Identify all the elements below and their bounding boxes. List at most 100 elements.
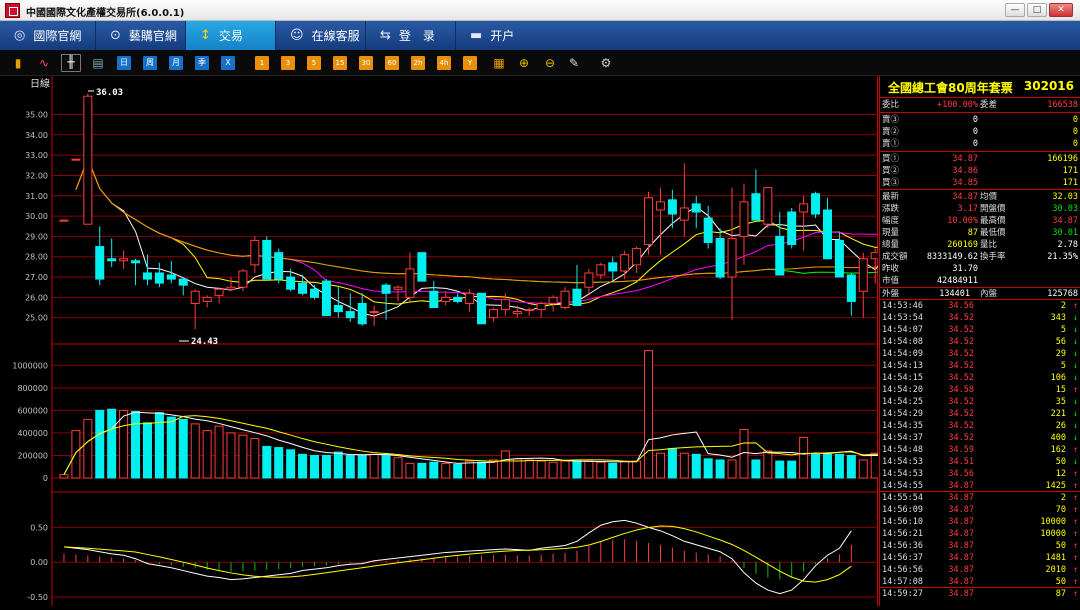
tick-row: 14:54:07 34.52 5 ↓ <box>880 324 1080 336</box>
tick-volume: 50 <box>1055 457 1066 467</box>
tick-volume: 221 <box>1050 409 1066 419</box>
main-nav: ◎ 國際官網 ⊙ 藝購官網 ↕ 交易 ☺ 在線客服 ⇆ 登 录 ▬ 开户 <box>0 21 1080 50</box>
interval-60-button[interactable]: 60 <box>385 56 399 70</box>
value: 166538 <box>1047 100 1078 110</box>
price-tick-label: 35.00 <box>25 110 48 119</box>
tick-volume: 343 <box>1050 313 1066 323</box>
candle-body <box>166 274 176 280</box>
candle-body <box>584 272 594 288</box>
interval-5-button[interactable]: 5 <box>307 56 321 70</box>
interval-3-button[interactable]: 3 <box>281 56 295 70</box>
nav-open-account[interactable]: ▬ 开户 <box>456 21 546 50</box>
tick-row: 14:54:48 34.59 162 ↑ <box>880 444 1080 456</box>
candle-body <box>119 258 129 262</box>
interval-year-button[interactable]: Y <box>463 56 477 70</box>
price-tick-label: 32.00 <box>25 171 48 180</box>
nav-intl-website[interactable]: ◎ 國際官網 <box>0 21 96 50</box>
settings-gear-icon[interactable]: ⚙ <box>598 56 614 70</box>
stat-value: 21.35% <box>1047 252 1078 262</box>
stat-value: 30.01 <box>1052 228 1078 238</box>
volume-bar <box>679 452 689 479</box>
period-quarter-button[interactable]: 季 <box>195 56 209 70</box>
tick-row: 14:59:27 34.87 87 ↑ <box>880 588 1080 600</box>
tick-direction-icon: ↓ <box>1072 373 1078 383</box>
tick-price: 34.87 <box>948 541 974 551</box>
period-week-button[interactable]: 周 <box>143 56 157 70</box>
low-price-label: 24.43 <box>191 337 218 347</box>
candle-body <box>822 209 832 260</box>
stat-label: 昨收 <box>882 264 900 274</box>
calendar-icon[interactable]: ▤ <box>90 56 106 70</box>
tick-time: 14:56:37 <box>882 553 923 563</box>
chart-area[interactable]: 日線 35.00 34.00 33.00 32.00 31.00 30.00 29.00 28… <box>0 76 904 606</box>
nav-art-shop-website[interactable]: ⊙ 藝購官網 <box>96 21 186 50</box>
value: 125768 <box>1047 289 1078 299</box>
tick-list[interactable]: 14:53:46 34.56 2 ↑ 14:53:54 34.52 343 ↓ 14:54:07… <box>880 300 1080 600</box>
volume-bar <box>333 451 343 479</box>
tick-time: 14:54:08 <box>882 337 923 347</box>
tick-volume: 70 <box>1055 505 1066 515</box>
app-logo-icon <box>5 3 20 18</box>
period-month-button[interactable]: 月 <box>169 56 183 70</box>
order-volume: 0 <box>1072 127 1078 137</box>
interval-15-button[interactable]: 15 <box>333 56 347 70</box>
volume-bar <box>262 445 272 479</box>
nav-trade[interactable]: ↕ 交易 <box>186 21 276 50</box>
stat-label: 市值 <box>882 276 900 286</box>
interval-1-button[interactable]: 1 <box>255 56 269 70</box>
volume-bar <box>644 350 654 479</box>
candle-body <box>202 296 212 302</box>
period-label: 日線 <box>30 77 50 90</box>
period-custom-button[interactable]: X <box>221 56 235 70</box>
nav-label: 交易 <box>218 29 243 43</box>
tick-volume: 12 <box>1055 469 1066 479</box>
tick-row: 14:54:13 34.52 5 ↓ <box>880 360 1080 372</box>
candle-body <box>393 286 403 290</box>
tick-volume: 106 <box>1050 373 1066 383</box>
volume-bar <box>417 462 427 479</box>
candle-body <box>715 237 725 278</box>
tick-row: 14:54:15 34.52 106 ↓ <box>880 372 1080 384</box>
candle-body <box>870 252 880 260</box>
interval-4h-button[interactable]: 4h <box>437 56 451 70</box>
tick-price: 34.59 <box>948 445 974 455</box>
order-label: 買③ <box>882 178 900 188</box>
candlestick-icon[interactable]: ╫ <box>61 54 81 72</box>
tick-volume: 2 <box>1060 301 1066 311</box>
zoom-out-icon[interactable]: ⊖ <box>542 56 558 70</box>
volume-tick-label: 200000 <box>17 451 48 460</box>
nav-online-support[interactable]: ☺ 在線客服 <box>276 21 366 50</box>
tick-row: 14:53:46 34.56 2 ↑ <box>880 300 1080 312</box>
interval-30-button[interactable]: 30 <box>359 56 373 70</box>
login-icon: ⇆ <box>380 28 391 43</box>
tick-direction-icon: ↓ <box>1072 421 1078 431</box>
zoom-in-icon[interactable]: ⊕ <box>516 56 532 70</box>
tick-row: 14:56:21 34.87 10000 ↑ <box>880 528 1080 540</box>
bar-chart-icon[interactable]: ▮ <box>10 56 26 70</box>
tick-time: 14:56:10 <box>882 517 923 527</box>
period-day-button[interactable]: 日 <box>117 56 131 70</box>
minimize-button[interactable]: — <box>1005 3 1025 17</box>
candle-body <box>131 260 141 264</box>
tick-volume: 2 <box>1060 493 1066 503</box>
price-tick-label: 29.00 <box>25 232 48 241</box>
tick-direction-icon: ↓ <box>1072 409 1078 419</box>
close-button[interactable]: ✕ <box>1049 3 1073 17</box>
globe-icon: ◎ <box>14 28 26 43</box>
tick-time: 14:54:13 <box>882 361 923 371</box>
stat-row: 成交額 8333149.62 換手率 21.35% <box>880 251 1080 263</box>
indicator-icon[interactable]: ▦ <box>491 56 507 70</box>
stat-label: 最高價 <box>980 216 1006 226</box>
volume-bar <box>584 460 594 479</box>
draw-tool-icon[interactable]: ✎ <box>566 56 582 70</box>
stat-label: 幅度 <box>882 216 900 226</box>
candle-body <box>321 280 331 317</box>
interval-2h-button[interactable]: 2h <box>411 56 425 70</box>
candle-body <box>226 286 236 290</box>
stock-name: 全國總工會80周年套票 <box>888 81 1013 95</box>
chart-svg[interactable]: 日線 35.00 34.00 33.00 32.00 31.00 30.00 29.00 28… <box>0 76 904 606</box>
line-chart-icon[interactable]: ∿ <box>36 56 52 70</box>
nav-login[interactable]: ⇆ 登 录 <box>366 21 456 50</box>
tick-time: 14:54:35 <box>882 421 923 431</box>
maximize-button[interactable]: □ <box>1027 3 1047 17</box>
